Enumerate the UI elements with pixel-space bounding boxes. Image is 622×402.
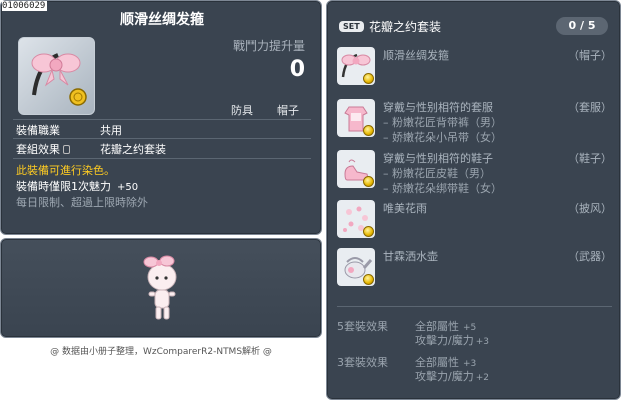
category-tag-armor: 防具 <box>231 104 253 117</box>
gold-medal-icon <box>363 226 374 237</box>
set-item-name: 穿戴与性别相符的套服 <box>383 101 493 114</box>
charm-row: 裝備時僅限1次魅力 +50 <box>16 178 138 194</box>
gold-medal-icon <box>69 88 87 106</box>
set-bonus-label: 5套裝效果 <box>337 320 388 333</box>
set-badge: SET <box>339 21 364 32</box>
lock-icon <box>63 144 70 154</box>
set-bonus-line: 攻擊力/魔力 +2 <box>415 368 489 384</box>
set-item[interactable]: 穿戴与性别相符的鞋子 （鞋子） – 粉嫩花匠皮鞋（男） – 娇嫩花朵绑带鞋（女） <box>337 150 612 196</box>
character-preview-panel <box>0 238 322 338</box>
category-tag-hat: 帽子 <box>277 104 299 117</box>
set-item-name: 穿戴与性别相符的鞋子 <box>383 152 493 165</box>
item-id: 01006029 <box>2 1 48 11</box>
job-value: 共用 <box>100 124 122 137</box>
charm-value: +50 <box>117 182 139 193</box>
divider <box>13 158 311 159</box>
limit-note: 每日限制、超過上限時除外 <box>16 196 148 209</box>
divider <box>13 119 311 120</box>
combat-power-value: 0 <box>289 57 305 82</box>
job-label: 裝備職業 <box>16 124 60 137</box>
gold-medal-icon <box>363 73 374 84</box>
set-item-type: （套服） <box>568 101 612 114</box>
set-item-name: 顺滑丝绸发箍 <box>383 49 449 62</box>
divider <box>13 138 311 139</box>
set-item-subitem: – 娇嫩花朵绑带鞋（女） <box>383 182 502 195</box>
set-item-type: （帽子） <box>568 49 612 62</box>
pink-bow-headband-icon <box>31 53 87 106</box>
set-item-type: （披风） <box>568 202 612 215</box>
combat-power-label: 戰鬥力提升量 <box>232 39 305 53</box>
set-item-name: 唯美花雨 <box>383 202 427 215</box>
set-item-name: 甘霖洒水壶 <box>383 250 438 263</box>
item-tooltip-panel: 顺滑丝绸发箍 戰鬥力提升量 0 防具 帽子 裝備職業 共用 套組效果 花瓣之约套装 … <box>0 0 322 235</box>
set-bonus-line: 攻擊力/魔力 +3 <box>415 332 489 348</box>
gold-medal-icon <box>363 274 374 285</box>
item-icon-frame <box>18 37 95 115</box>
set-bonus-stat: 攻擊力/魔力 <box>415 334 474 347</box>
set-bonus-value: +2 <box>475 373 489 383</box>
dye-note: 此裝備可進行染色。 <box>16 164 115 177</box>
item-title: 顺滑丝绸发箍 <box>120 12 204 28</box>
set-item-subitem: – 粉嫩花匠皮鞋（男） <box>383 167 491 180</box>
set-item[interactable]: 穿戴与性别相符的套服 （套服） – 粉嫩花匠背带裤（男） – 娇嫩花朵小吊带（女… <box>337 99 612 145</box>
set-item-type: （武器） <box>568 250 612 263</box>
set-effect-row: 套組效果 花瓣之约套装 <box>16 141 166 157</box>
set-bonus-value: +3 <box>475 337 489 347</box>
set-effect-label: 套組效果 <box>16 143 60 156</box>
credit-line: @ 数据由小册子整理，WzComparerR2-NTMS解析 @ <box>50 347 272 357</box>
job-row: 裝備職業 共用 <box>16 122 122 138</box>
set-count: 0 / 5 <box>556 17 608 35</box>
set-name: 花瓣之约套装 <box>369 20 442 34</box>
divider <box>337 306 612 307</box>
character-preview <box>143 255 177 320</box>
set-item[interactable]: 甘霖洒水壶 （武器） <box>337 248 612 288</box>
gold-medal-icon <box>363 125 374 136</box>
set-item-type: （鞋子） <box>568 152 612 165</box>
set-item[interactable]: 唯美花雨 （披风） <box>337 200 612 240</box>
set-bonus-label: 3套裝效果 <box>337 356 388 369</box>
set-bonus-stat: 攻擊力/魔力 <box>415 370 474 383</box>
set-info-panel: SET 花瓣之约套装 0 / 5 顺滑丝绸发箍 （帽子） 穿戴与性别相符的套服 … <box>326 0 621 400</box>
set-effect-value: 花瓣之约套装 <box>100 143 166 156</box>
set-item-subitem: – 粉嫩花匠背带裤（男） <box>383 116 502 129</box>
gold-medal-icon <box>363 176 374 187</box>
set-item-subitem: – 娇嫩花朵小吊带（女） <box>383 131 502 144</box>
set-item[interactable]: 顺滑丝绸发箍 （帽子） <box>337 47 612 87</box>
charm-label: 裝備時僅限1次魅力 <box>16 180 111 193</box>
